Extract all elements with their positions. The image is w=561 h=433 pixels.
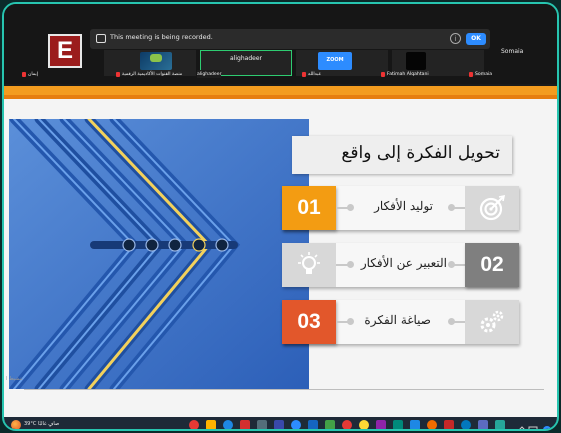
connector-dot bbox=[336, 318, 354, 325]
app-icon[interactable] bbox=[444, 420, 454, 429]
nameplate-5: Somaia bbox=[469, 70, 492, 78]
nameplate-1: منصة القنوات الأكاديمية الرقمية bbox=[116, 70, 182, 78]
app-icon[interactable] bbox=[359, 420, 369, 429]
slide-top-band bbox=[4, 86, 557, 99]
step-card-3: 03 صياغة الفكرة bbox=[282, 300, 519, 344]
participant-center-label-somaia: Somaia bbox=[501, 48, 524, 55]
app-icon[interactable] bbox=[495, 420, 505, 429]
nameplate-3: عبدالله bbox=[302, 70, 321, 78]
app-icon[interactable] bbox=[206, 420, 216, 429]
recording-banner: This meeting is being recorded. i OK bbox=[90, 29, 490, 49]
zoom-app-icon[interactable] bbox=[291, 420, 301, 429]
step-label-2: التعبير عن الأفكار bbox=[360, 256, 447, 270]
step-number-2: 02 bbox=[465, 243, 519, 287]
zoom-logo-thumb: ZOOM bbox=[318, 52, 352, 70]
connector-dot bbox=[336, 261, 354, 268]
target-icon bbox=[479, 194, 506, 221]
participant-thumbnail bbox=[140, 52, 172, 70]
lightbulb-icon bbox=[298, 252, 320, 274]
app-icon[interactable] bbox=[240, 420, 250, 429]
app-icon[interactable] bbox=[308, 420, 318, 429]
connector-dot bbox=[336, 204, 354, 211]
step-card-1: 01 توليد الأفكار bbox=[282, 186, 519, 230]
cables-chevron-photo bbox=[9, 119, 309, 389]
app-icon[interactable] bbox=[478, 420, 488, 429]
step-icon-box-3 bbox=[465, 300, 519, 344]
tray-icons bbox=[519, 426, 551, 429]
slide-bottom-divider bbox=[24, 389, 544, 390]
connector-dot bbox=[448, 204, 465, 211]
screen-frame: E This meeting is being recorded. i OK a… bbox=[2, 2, 559, 431]
step-number-3: 03 bbox=[282, 300, 336, 344]
app-icon[interactable] bbox=[410, 420, 420, 429]
zoom-logo-text: ZOOM bbox=[326, 57, 344, 63]
ok-button[interactable]: OK bbox=[466, 33, 486, 45]
muted-mic-icon bbox=[381, 71, 385, 77]
app-icon[interactable] bbox=[342, 420, 352, 429]
step-card-2: التعبير عن الأفكار 02 bbox=[282, 243, 519, 287]
cables-illustration bbox=[9, 119, 309, 389]
recording-notice-text: This meeting is being recorded. bbox=[110, 33, 213, 41]
muted-mic-icon bbox=[469, 71, 473, 77]
shared-slide: تحويل الفكرة إلى واقع 01 توليد الأفكار ا… bbox=[4, 86, 557, 421]
app-icon[interactable] bbox=[257, 420, 267, 429]
app-icon[interactable] bbox=[376, 420, 386, 429]
step-icon-box-1 bbox=[465, 186, 519, 230]
connector-dot bbox=[448, 261, 465, 268]
info-icon[interactable]: i bbox=[450, 33, 461, 44]
app-icon[interactable] bbox=[189, 420, 199, 429]
app-icon[interactable] bbox=[223, 420, 233, 429]
connector-dot bbox=[448, 318, 465, 325]
participant-video-dark bbox=[406, 52, 426, 70]
zoom-participant-strip: E This meeting is being recorded. i OK a… bbox=[4, 4, 557, 84]
taskbar: 39°C صافٍ غالبًا bbox=[4, 417, 557, 429]
step-number-1: 01 bbox=[282, 186, 336, 230]
weather-icon[interactable] bbox=[11, 420, 21, 429]
app-icon[interactable] bbox=[461, 420, 471, 429]
nameplate-4: Fatimah Alqahtani bbox=[381, 70, 429, 78]
slide-title: تحويل الفكرة إلى واقع bbox=[341, 143, 500, 163]
recording-icon bbox=[96, 34, 106, 43]
muted-mic-icon bbox=[22, 71, 26, 77]
app-icon[interactable] bbox=[427, 420, 437, 429]
muted-mic-icon bbox=[302, 71, 306, 77]
slide-watermark: تنشيط ا bbox=[6, 376, 23, 382]
app-icon[interactable] bbox=[274, 420, 284, 429]
gears-icon bbox=[480, 310, 504, 333]
e-logo: E bbox=[48, 34, 82, 68]
step-icon-box-2 bbox=[282, 243, 336, 287]
system-tray[interactable] bbox=[517, 420, 553, 429]
step-label-3: صياغة الفكرة bbox=[364, 313, 431, 327]
nameplate-2: alighadeer bbox=[197, 70, 222, 78]
channel-logo-icon bbox=[150, 54, 162, 62]
weather-text: 39°C صافٍ غالبًا bbox=[24, 421, 60, 427]
slide-title-box: تحويل الفكرة إلى واقع bbox=[292, 136, 512, 174]
app-icon[interactable] bbox=[325, 420, 335, 429]
participant-center-label: alighadeer bbox=[230, 55, 262, 62]
nameplate-left: إيمان bbox=[22, 70, 38, 78]
step-label-1: توليد الأفكار bbox=[374, 199, 433, 213]
muted-mic-icon bbox=[116, 71, 120, 77]
app-icon[interactable] bbox=[393, 420, 403, 429]
